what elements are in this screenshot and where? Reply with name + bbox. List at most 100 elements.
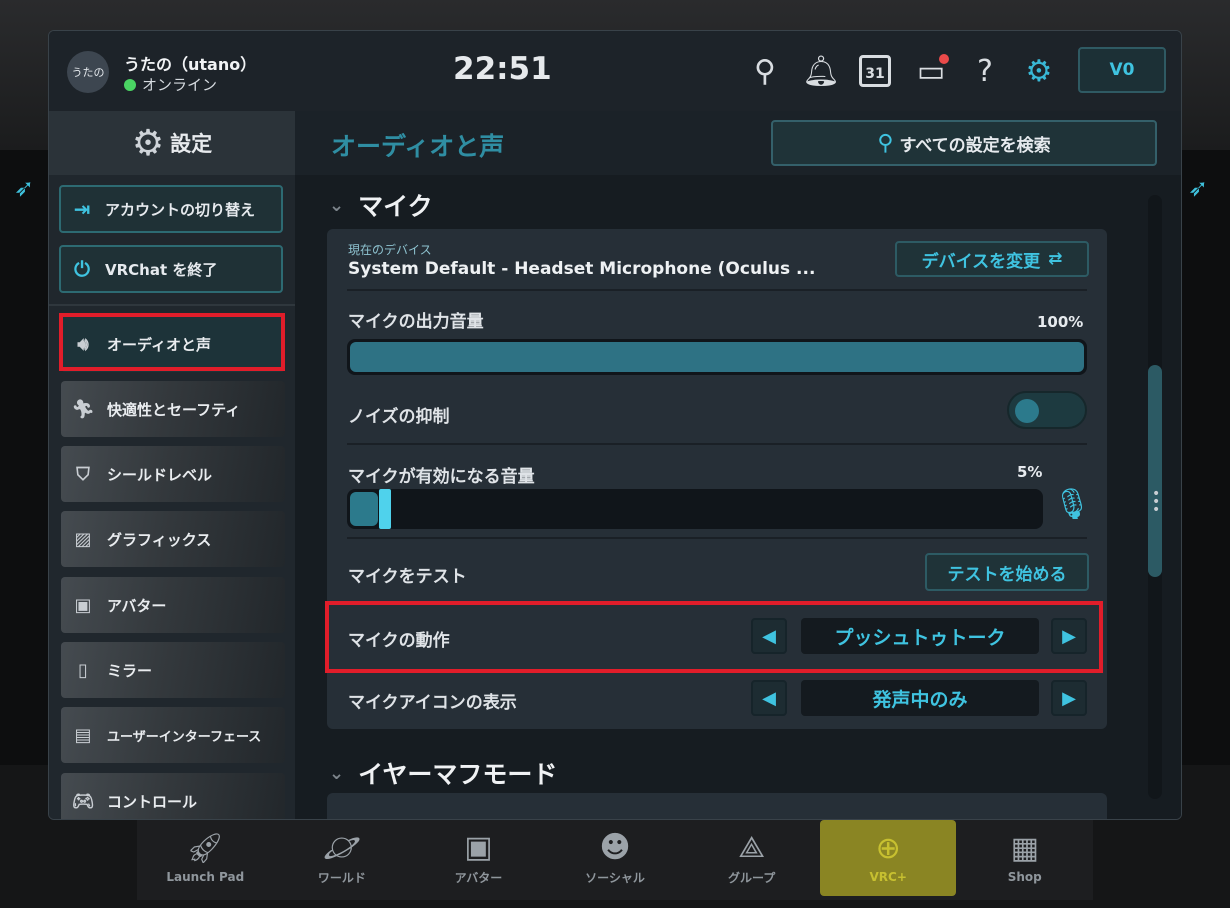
help-icon[interactable]: ? <box>965 51 1005 91</box>
mic-group-title: マイク <box>358 192 433 221</box>
sidebar-item-comfort-safety[interactable]: 🏃︎ 快適性とセーフティ <box>61 381 285 437</box>
sidebar-item-label: シールドレベル <box>107 465 213 484</box>
avatar[interactable]: うたの <box>67 51 109 93</box>
shield-icon: ⛉ <box>76 463 90 485</box>
more-options-icon[interactable]: • • • <box>1152 487 1160 517</box>
sidebar-item-label: ユーザーインターフェース <box>107 729 262 745</box>
earmuff-group-header[interactable]: ⌄ イヤーマフモード <box>329 755 557 791</box>
avatar-icon: ▣ <box>464 829 493 865</box>
group-icon: ⟁ <box>738 829 765 865</box>
bottom-dock: 🚀︎ Launch Pad 🪐︎ ワールド ▣ アバター ☻ ソーシャル ⟁ グ… <box>137 820 1093 900</box>
gear-icon: ⚙ <box>131 122 165 164</box>
mic-icon-display-value: 発声中のみ <box>801 680 1039 716</box>
dock-worlds[interactable]: 🪐︎ ワールド <box>274 820 411 896</box>
sidebar-item-user-interface[interactable]: ▤ ユーザーインターフェース <box>61 707 285 763</box>
output-volume-label: マイクの出力音量 <box>348 312 484 332</box>
planet-icon: 🪐︎ <box>322 829 361 865</box>
dock-label: VRC+ <box>869 870 907 884</box>
switch-account-label: アカウントの切り替え <box>105 200 256 219</box>
running-icon: 🏃︎ <box>71 398 95 420</box>
dock-launch-pad[interactable]: 🚀︎ Launch Pad <box>137 820 274 896</box>
quick-menu-window: うたの うたの（utano） オンライン 22:51 ⚲ 🔔︎ 31 ▭ ? ⚙… <box>48 30 1182 820</box>
sidebar-item-label: 快適性とセーフティ <box>107 400 241 419</box>
mic-threshold-label: マイクが有効になる音量 <box>348 467 535 487</box>
highlight-box-mic-behavior <box>325 601 1103 673</box>
rocket-icon: 🚀︎ <box>186 831 225 866</box>
chevron-down-icon: ⌄ <box>329 194 345 216</box>
wing-right-icon: ➶ <box>1188 174 1209 202</box>
mic-icon-display-prev-button[interactable]: ◀ <box>751 680 787 716</box>
sidebar-item-avatar[interactable]: ▣ アバター <box>61 577 285 633</box>
change-device-button[interactable]: デバイスを変更 ⇄ <box>895 241 1089 277</box>
row-divider <box>347 537 1087 539</box>
online-dot-icon <box>124 78 136 91</box>
notification-dot <box>939 54 949 64</box>
dock-label: Launch Pad <box>166 870 245 884</box>
wing-left-icon: ➶ <box>14 174 35 202</box>
dock-label: Shop <box>1007 870 1042 884</box>
sidebar-item-label: グラフィックス <box>107 530 212 549</box>
device-name: System Default - Headset Microphone (Ocu… <box>348 259 816 279</box>
sidebar-item-controls[interactable]: 🎮︎ コントロール <box>61 773 285 819</box>
mic-icon-display-next-button[interactable]: ▶ <box>1051 680 1087 716</box>
dock-vrc-plus[interactable]: ⊕ VRC+ <box>819 820 957 896</box>
output-volume-slider[interactable] <box>347 339 1087 375</box>
search-all-settings-button[interactable]: ⚲ すべての設定を検索 <box>771 120 1157 166</box>
mic-threshold-thumb[interactable] <box>379 489 391 529</box>
sidebar-item-label: アバター <box>107 596 167 615</box>
change-device-label: デバイスを変更 <box>921 251 1041 272</box>
chevron-down-icon: ⌄ <box>329 762 345 784</box>
quit-button[interactable]: ⏻ VRChat を終了 <box>59 245 283 293</box>
calendar-day: 31 <box>859 55 891 87</box>
sidebar-divider <box>49 304 295 306</box>
quit-label: VRChat を終了 <box>105 260 218 279</box>
toggle-knob <box>1015 399 1039 423</box>
dock-label: グループ <box>727 870 776 885</box>
section-title: オーディオと声 <box>331 132 505 161</box>
mic-icon-display-label: マイクアイコンの表示 <box>348 693 517 713</box>
dock-social[interactable]: ☻ ソーシャル <box>547 820 684 896</box>
keyboard-icon: ▤ <box>74 724 92 746</box>
credits-button[interactable]: V0 <box>1078 47 1166 93</box>
noise-suppression-toggle[interactable] <box>1007 391 1087 429</box>
user-name: うたの（utano） <box>124 55 257 74</box>
sidebar-item-mirror[interactable]: ▯ ミラー <box>61 642 285 698</box>
highlight-box-audio <box>59 313 285 371</box>
dock-avatars[interactable]: ▣ アバター <box>410 820 547 896</box>
user-status-text: オンライン <box>142 76 218 94</box>
row-divider <box>347 443 1087 445</box>
sidebar-item-shield-level[interactable]: ⛉ シールドレベル <box>61 446 285 502</box>
search-icon[interactable]: ⚲ <box>745 51 785 91</box>
dock-shop[interactable]: ▦ Shop <box>956 820 1093 896</box>
noise-suppression-label: ノイズの抑制 <box>348 407 450 427</box>
mic-group-header[interactable]: ⌄ マイク <box>329 187 433 223</box>
search-icon: ⚲ <box>877 130 894 156</box>
settings-sidebar: ⚙ 設定 ⇥ アカウントの切り替え ⏻ VRChat を終了 🔊︎ オーディオと… <box>49 111 295 819</box>
people-icon: ☻ <box>599 829 631 865</box>
settings-scroll-area: ⌄ マイク 現在のデバイス System Default - Headset M… <box>295 175 1181 819</box>
microphone-icon: 🎙︎ <box>1053 487 1092 522</box>
dock-groups[interactable]: ⟁ グループ <box>683 820 820 896</box>
scrollbar-thumb[interactable] <box>1148 365 1162 577</box>
store-icon[interactable]: ▭ <box>911 51 951 91</box>
calendar-icon[interactable]: 31 <box>855 51 895 91</box>
dock-label: ソーシャル <box>585 870 645 885</box>
power-icon: ⏻ <box>74 257 90 281</box>
switch-account-icon: ⇥ <box>73 197 91 221</box>
sidebar-item-graphics[interactable]: ▨ グラフィックス <box>61 511 285 567</box>
vrcplus-icon: ⊕ <box>875 831 901 866</box>
sidebar-title: 設定 <box>170 132 213 156</box>
row-divider <box>347 289 1087 291</box>
sidebar-item-label: ミラー <box>107 661 153 680</box>
start-test-button[interactable]: テストを始める <box>925 553 1089 591</box>
settings-gear-icon[interactable]: ⚙ <box>1019 51 1059 91</box>
sidebar-header: ⚙ 設定 <box>49 111 295 175</box>
mic-threshold-percent: 5% <box>1017 463 1043 481</box>
mic-threshold-slider[interactable] <box>347 489 1043 529</box>
gamepad-icon: 🎮︎ <box>71 790 95 812</box>
switch-account-button[interactable]: ⇥ アカウントの切り替え <box>59 185 283 233</box>
earmuff-settings-panel <box>327 793 1107 819</box>
device-caption: 現在のデバイス <box>348 243 432 257</box>
bell-icon[interactable]: 🔔︎ <box>801 51 841 91</box>
clock: 22:51 <box>453 51 552 87</box>
